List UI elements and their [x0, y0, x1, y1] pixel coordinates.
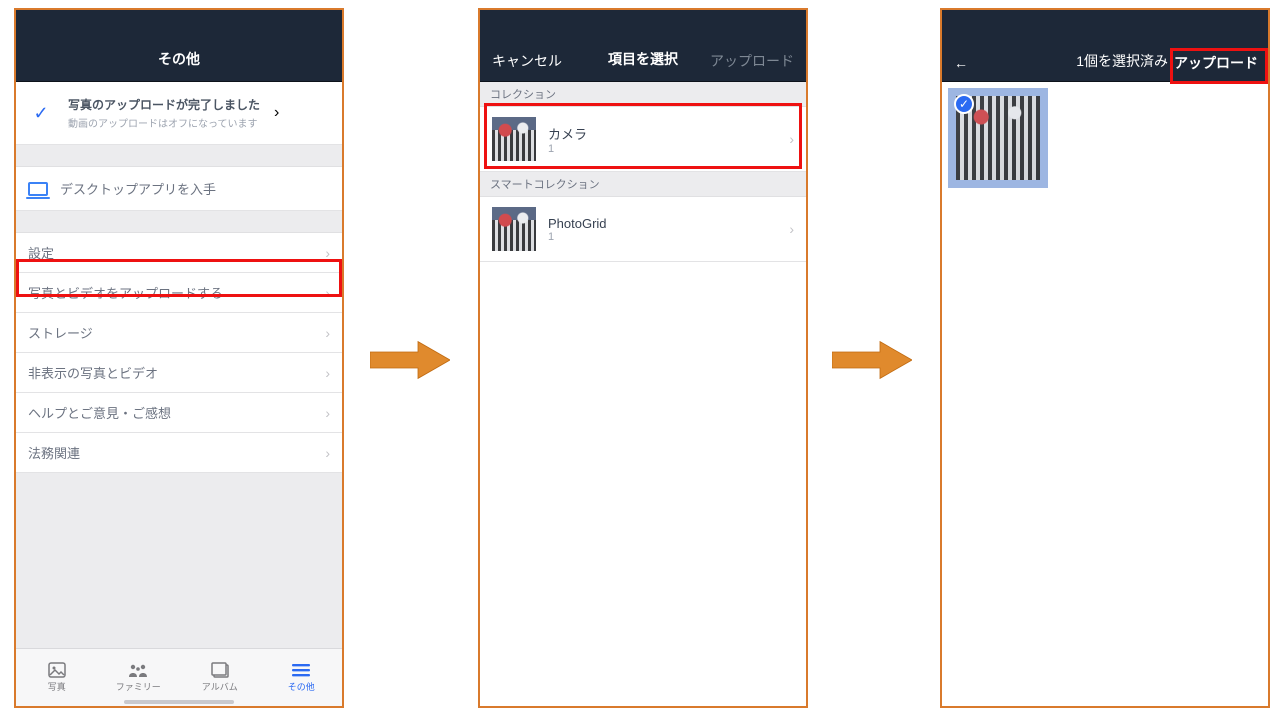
chevron-right-icon: ›: [325, 365, 330, 381]
upload-button[interactable]: アップロード: [1164, 45, 1268, 81]
header-title: 項目を選択: [608, 49, 678, 81]
tab-label: 写真: [48, 680, 66, 693]
get-desktop-app-row[interactable]: デスクトップアプリを入手: [16, 167, 342, 211]
family-icon: [128, 662, 148, 678]
collection-photogrid-row[interactable]: PhotoGrid 1 ›: [480, 197, 806, 262]
selected-check-icon: ✓: [954, 94, 974, 114]
row-label: 写真とビデオをアップロードする: [28, 283, 223, 302]
laptop-icon: [28, 182, 48, 196]
row-label: 法務関連: [28, 443, 80, 462]
hidden-photos-row[interactable]: 非表示の写真とビデオ ›: [16, 353, 342, 393]
collection-name: カメラ: [548, 124, 587, 143]
header: その他: [16, 10, 342, 82]
tab-label: その他: [288, 680, 315, 693]
row-label: ヘルプとご意見・ご感想: [28, 403, 171, 422]
chevron-right-icon: ›: [274, 104, 279, 122]
section-smart-header: スマートコレクション: [480, 172, 806, 197]
selected-count: 1個を選択済み: [1076, 51, 1168, 71]
header-title: その他: [158, 49, 200, 81]
content: ✓ 写真のアップロードが完了しました 動画のアップロードはオフになっています ›…: [16, 82, 342, 473]
tab-bar: 写真 ファミリー アルバム その他: [16, 648, 342, 706]
row-label: ストレージ: [28, 323, 93, 342]
content: コレクション カメラ 1 › スマートコレクション PhotoGrid 1 ›: [480, 82, 806, 706]
tab-family[interactable]: ファミリー: [98, 649, 180, 706]
section-gap: [16, 211, 342, 233]
home-indicator: [124, 700, 234, 704]
step-arrow-1: [370, 340, 450, 380]
get-desktop-app-label: デスクトップアプリを入手: [60, 179, 216, 198]
menu-icon: [291, 662, 311, 678]
chevron-right-icon: ›: [325, 245, 330, 261]
photo-item-selected[interactable]: ✓: [948, 88, 1048, 188]
tab-label: アルバム: [202, 680, 238, 693]
cancel-button[interactable]: キャンセル: [492, 51, 562, 71]
help-feedback-row[interactable]: ヘルプとご意見・ご感想 ›: [16, 393, 342, 433]
tab-photos[interactable]: 写真: [16, 649, 98, 706]
arrow-left-icon: ←: [954, 55, 968, 71]
screen-select-items: キャンセル 項目を選択 アップロード コレクション カメラ 1 › スマートコレ…: [478, 8, 808, 708]
row-label: 設定: [28, 243, 54, 262]
tab-more[interactable]: その他: [261, 649, 343, 706]
storage-row[interactable]: ストレージ ›: [16, 313, 342, 353]
check-icon: ✓: [28, 103, 54, 124]
chevron-right-icon: ›: [325, 285, 330, 301]
collection-name: PhotoGrid: [548, 216, 607, 231]
settings-row[interactable]: 設定 ›: [16, 233, 342, 273]
tab-album[interactable]: アルバム: [179, 649, 261, 706]
collection-thumbnail: [492, 117, 536, 161]
upload-button-disabled: アップロード: [710, 51, 794, 71]
tab-label: ファミリー: [116, 680, 161, 693]
album-icon: [210, 662, 230, 678]
upload-photos-videos-row[interactable]: 写真とビデオをアップロードする ›: [16, 273, 342, 313]
section-gap: [16, 145, 342, 167]
collection-camera-row[interactable]: カメラ 1 ›: [480, 107, 806, 172]
collection-count: 1: [548, 143, 587, 155]
header: キャンセル 項目を選択 アップロード: [480, 10, 806, 82]
collection-thumbnail: [492, 207, 536, 251]
upload-status-sub: 動画のアップロードはオフになっています: [68, 115, 260, 130]
screen-selected: ← 1個を選択済み アップロード ✓: [940, 8, 1270, 708]
chevron-right-icon: ›: [789, 221, 794, 237]
collection-count: 1: [548, 231, 607, 243]
row-label: 非表示の写真とビデオ: [28, 363, 158, 382]
section-collection-header: コレクション: [480, 82, 806, 107]
upload-status-row[interactable]: ✓ 写真のアップロードが完了しました 動画のアップロードはオフになっています ›: [16, 82, 342, 145]
screen-more: その他 ✓ 写真のアップロードが完了しました 動画のアップロードはオフになってい…: [14, 8, 344, 708]
chevron-right-icon: ›: [789, 131, 794, 147]
chevron-right-icon: ›: [325, 445, 330, 461]
back-button[interactable]: ←: [954, 55, 968, 71]
header: ← 1個を選択済み アップロード: [942, 10, 1268, 82]
chevron-right-icon: ›: [325, 325, 330, 341]
legal-row[interactable]: 法務関連 ›: [16, 433, 342, 473]
chevron-right-icon: ›: [325, 405, 330, 421]
step-arrow-2: [832, 340, 912, 380]
content: ✓: [942, 82, 1268, 706]
upload-status-title: 写真のアップロードが完了しました: [68, 96, 260, 113]
photo-icon: [47, 662, 67, 678]
